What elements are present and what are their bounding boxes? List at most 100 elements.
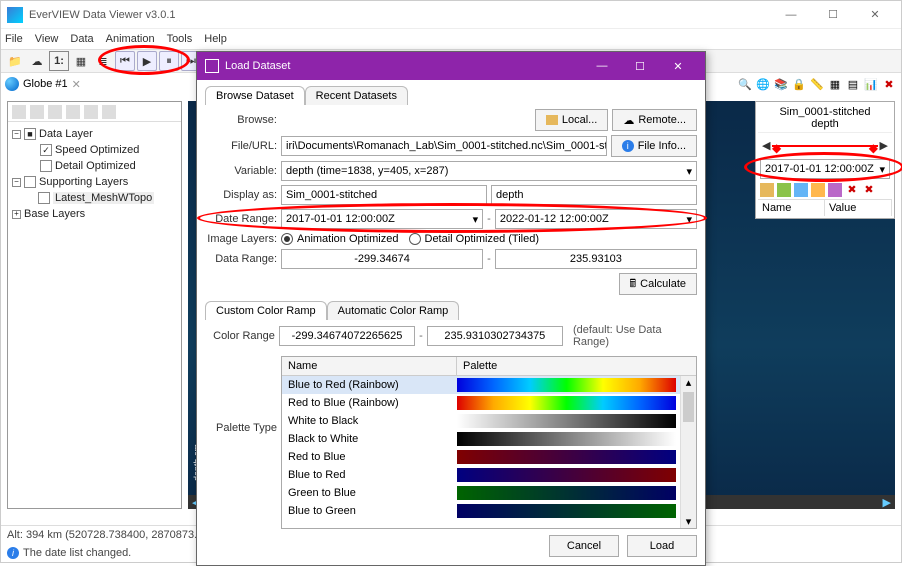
palette-row[interactable]: Blue to Red (Rainbow) (282, 376, 696, 394)
rt-search-icon[interactable]: 🔍 (737, 76, 753, 92)
menu-tools[interactable]: Tools (167, 33, 193, 45)
rt-chart-icon[interactable]: 📊 (863, 76, 879, 92)
tree-label: Detail Optimized (55, 160, 136, 172)
checkbox-icon[interactable]: ✓ (40, 144, 52, 156)
palette-row[interactable]: Blue to Red (282, 466, 696, 484)
rt-close-icon[interactable]: ✖ (881, 76, 897, 92)
tree-base-layers[interactable]: + Base Layers (12, 206, 177, 222)
pr-icon-7[interactable]: ✖ (862, 183, 876, 197)
sidebar-tool-1[interactable] (12, 105, 26, 119)
tree-detail-optimized[interactable]: Detail Optimized (12, 158, 177, 174)
chevron-left-icon[interactable]: ◀ (762, 139, 770, 152)
tb-remote-icon[interactable]: ☁ (27, 51, 47, 71)
menu-data[interactable]: Data (70, 33, 93, 45)
anim-pause-button[interactable]: ⏸ (159, 51, 179, 71)
maximize-button[interactable]: ☐ (813, 3, 853, 27)
date-from-select[interactable]: 2017-01-01 12:00:00Z▾ (281, 209, 483, 229)
dialog-maximize-button[interactable]: ☐ (621, 54, 659, 78)
tree-latest-mesh[interactable]: Latest_MeshWTopo (12, 190, 177, 206)
display-as-input-1[interactable]: Sim_0001-stitched (281, 185, 487, 205)
file-info-button[interactable]: iFile Info... (611, 135, 697, 157)
tab-recent-datasets[interactable]: Recent Datasets (305, 86, 408, 105)
dialog-minimize-button[interactable]: — (583, 54, 621, 78)
color-max-input[interactable]: 235.9310302734375 (427, 326, 563, 346)
checkbox-icon[interactable] (24, 176, 36, 188)
dialog-titlebar[interactable]: Load Dataset — ☐ ✕ (197, 52, 705, 80)
close-button[interactable]: ✕ (855, 3, 895, 27)
checkbox-icon[interactable] (40, 160, 52, 172)
time-dropdown[interactable]: 2017-01-01 12:00:00Z ▾ (760, 159, 890, 179)
rt-table-icon[interactable]: ▤ (845, 76, 861, 92)
palette-row[interactable]: Green to Blue (282, 484, 696, 502)
tree-speed-optimized[interactable]: ✓ Speed Optimized (12, 142, 177, 158)
chevron-right-icon[interactable]: ▶ (880, 139, 888, 152)
palette-row[interactable]: Red to Blue (282, 448, 696, 466)
data-min-input[interactable]: -299.34674 (281, 249, 483, 269)
checkbox-icon[interactable]: ■ (24, 128, 36, 140)
date-to-select[interactable]: 2022-01-12 12:00:00Z▾ (495, 209, 697, 229)
calculate-button[interactable]: 🖩Calculate (619, 273, 697, 295)
palette-scrollbar[interactable]: ▴ ▾ (680, 376, 696, 528)
variable-select[interactable]: depth (time=1838, y=405, x=287)▾ (281, 161, 697, 181)
tree-supporting-layers[interactable]: − Supporting Layers (12, 174, 177, 190)
tb-layers-icon[interactable]: ≣ (93, 51, 113, 71)
pr-icon-5[interactable] (828, 183, 842, 197)
pr-icon-4[interactable] (811, 183, 825, 197)
tb-open-icon[interactable]: 📁 (5, 51, 25, 71)
tab-browse-dataset[interactable]: Browse Dataset (205, 86, 305, 105)
menu-help[interactable]: Help (204, 33, 227, 45)
data-max-input[interactable]: 235.93103 (495, 249, 697, 269)
remote-button[interactable]: ☁Remote... (612, 109, 697, 131)
sidebar-tool-5[interactable] (84, 105, 98, 119)
sidebar-tool-3[interactable] (48, 105, 62, 119)
local-button[interactable]: Local... (535, 109, 608, 131)
time-slider[interactable]: ◀ ◆ ◆ ▶ (758, 133, 892, 157)
palette-row[interactable]: White to Black (282, 412, 696, 430)
anim-step-back-button[interactable]: ⏮ (115, 51, 135, 71)
rt-layers-icon[interactable]: 📚 (773, 76, 789, 92)
rt-ruler-icon[interactable]: 📏 (809, 76, 825, 92)
rt-lock-icon[interactable]: 🔒 (791, 76, 807, 92)
sidebar-tool-6[interactable] (102, 105, 116, 119)
palette-row[interactable]: Blue to Green (282, 502, 696, 520)
pr-icon-6[interactable]: ✖ (845, 183, 859, 197)
collapse-icon[interactable]: − (12, 130, 21, 139)
radio-detail-optimized[interactable] (409, 233, 421, 245)
load-button[interactable]: Load (627, 535, 697, 557)
palette-row[interactable]: Black to White (282, 430, 696, 448)
sidebar-tool-2[interactable] (30, 105, 44, 119)
pr-icon-1[interactable] (760, 183, 774, 197)
slider-track[interactable]: ◆ ◆ (772, 145, 878, 147)
tb-one-icon[interactable]: 1: (49, 51, 69, 71)
pr-icon-3[interactable] (794, 183, 808, 197)
scroll-thumb[interactable] (683, 392, 694, 422)
menu-file[interactable]: File (5, 33, 23, 45)
palette-row[interactable]: Red to Blue (Rainbow) (282, 394, 696, 412)
scroll-up-icon[interactable]: ▴ (681, 376, 696, 389)
tb-grid-icon[interactable]: ▦ (71, 51, 91, 71)
rt-globe-icon[interactable]: 🌐 (755, 76, 771, 92)
pr-icon-2[interactable] (777, 183, 791, 197)
expand-icon[interactable]: + (12, 210, 21, 219)
tree-data-layer[interactable]: − ■ Data Layer (12, 126, 177, 142)
sidebar-tool-4[interactable] (66, 105, 80, 119)
anim-play-button[interactable]: ▶ (137, 51, 157, 71)
tab-auto-ramp[interactable]: Automatic Color Ramp (327, 301, 460, 320)
menu-view[interactable]: View (35, 33, 59, 45)
scroll-down-icon[interactable]: ▾ (681, 515, 696, 528)
collapse-icon[interactable]: − (12, 178, 21, 187)
radio-anim-optimized[interactable] (281, 233, 293, 245)
menu-animation[interactable]: Animation (106, 33, 155, 45)
color-min-input[interactable]: -299.34674072265625 (279, 326, 415, 346)
cancel-button[interactable]: Cancel (549, 535, 619, 557)
close-tab-icon[interactable]: ✕ (72, 78, 81, 91)
scroll-right-icon[interactable]: ▶ (879, 496, 895, 509)
dialog-close-button[interactable]: ✕ (659, 54, 697, 78)
checkbox-icon[interactable] (38, 192, 50, 204)
globe-tab-label[interactable]: Globe #1 (23, 78, 68, 90)
fileurl-input[interactable]: iri\Documents\Romanach_Lab\Sim_0001-stit… (281, 136, 607, 156)
minimize-button[interactable]: — (771, 3, 811, 27)
tab-custom-ramp[interactable]: Custom Color Ramp (205, 301, 327, 320)
rt-grid-icon[interactable]: ▦ (827, 76, 843, 92)
display-as-input-2[interactable]: depth (491, 185, 697, 205)
